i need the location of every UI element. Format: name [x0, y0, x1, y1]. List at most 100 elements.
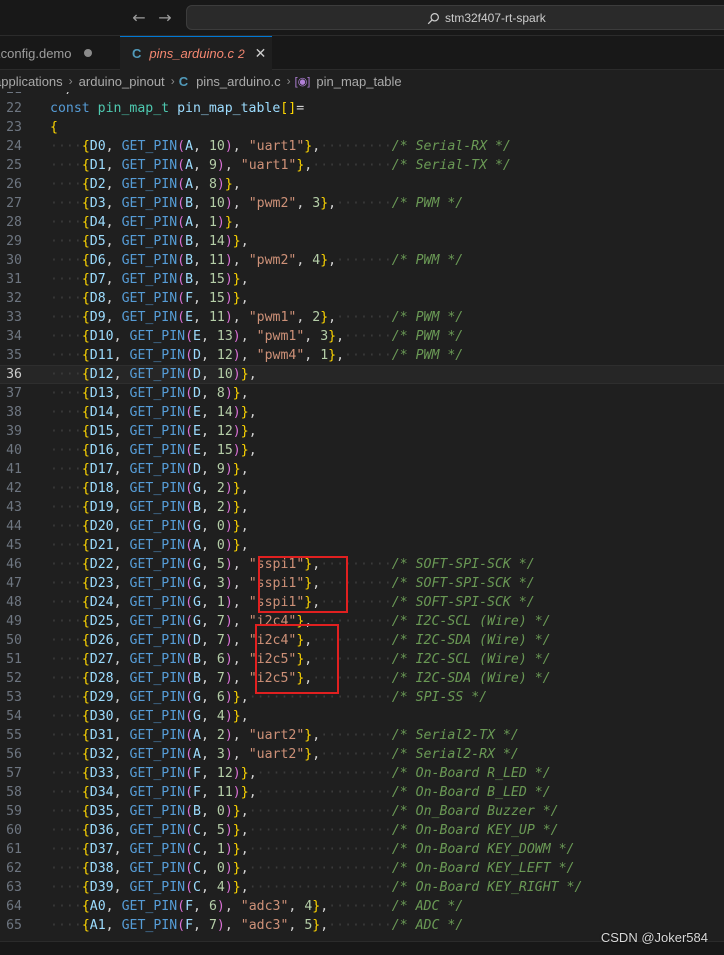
line-number: 35 — [6, 348, 22, 363]
arrow-right-icon[interactable]: → — [155, 8, 175, 28]
line-code: ····{D32, GET_PIN(A, 3), "uart2"},······… — [50, 747, 519, 762]
breadcrumb-item-symbol[interactable]: pin_map_table — [316, 74, 401, 89]
line-code: ····{D15, GET_PIN(E, 12)}, — [50, 424, 257, 439]
code-line[interactable]: 56 ····{D32, GET_PIN(A, 3), "uart2"},····… — [0, 745, 724, 764]
code-line[interactable]: 26 ····{D2, GET_PIN(A, 8)}, — [0, 175, 724, 194]
code-line[interactable]: 24 ····{D0, GET_PIN(A, 10), "uart1"},····… — [0, 137, 724, 156]
code-line[interactable]: 28 ····{D4, GET_PIN(A, 1)}, — [0, 213, 724, 232]
code-line[interactable]: 47 ····{D23, GET_PIN(G, 3), "sspi1"},····… — [0, 574, 724, 593]
code-line[interactable]: 32 ····{D8, GET_PIN(F, 15)}, — [0, 289, 724, 308]
code-line[interactable]: 54 ····{D30, GET_PIN(G, 4)}, — [0, 707, 724, 726]
line-number: 52 — [6, 671, 22, 686]
line-code: ····{A1, GET_PIN(F, 7), "adc3", 5},·····… — [50, 918, 464, 933]
code-line[interactable]: 49 ····{D25, GET_PIN(G, 7), "i2c4"},·····… — [0, 612, 724, 631]
code-line[interactable]: 35 ····{D11, GET_PIN(D, 12), "pwm4", 1},·… — [0, 346, 724, 365]
code-line[interactable]: 21 ·*/ — [0, 92, 724, 99]
line-number: 63 — [6, 880, 22, 895]
arrow-left-icon[interactable]: ← — [129, 8, 149, 28]
line-number: 44 — [6, 519, 22, 534]
code-line[interactable]: 58 ····{D34, GET_PIN(F, 11)},············… — [0, 783, 724, 802]
code-line[interactable]: 23 { — [0, 118, 724, 137]
code-line[interactable]: 51 ····{D27, GET_PIN(B, 6), "i2c5"},·····… — [0, 650, 724, 669]
line-number: 36 — [6, 367, 22, 382]
line-number: 34 — [6, 329, 22, 344]
modified-dot-icon[interactable] — [83, 49, 92, 57]
code-line[interactable]: 59 ····{D35, GET_PIN(B, 0)},·············… — [0, 802, 724, 821]
line-number: 48 — [6, 595, 22, 610]
c-file-icon: C — [132, 46, 142, 61]
tab-kconfig-demo[interactable]: Kconfig.demo — [0, 36, 120, 70]
line-number: 51 — [6, 652, 22, 667]
code-line[interactable]: 50 ····{D26, GET_PIN(D, 7), "i2c4"},·····… — [0, 631, 724, 650]
line-number: 21 — [0, 92, 22, 99]
code-line[interactable]: 25 ····{D1, GET_PIN(A, 9), "uart1"},·····… — [0, 156, 724, 175]
tab-bar: Kconfig.demo C pins_arduino.c 2 ✕ — [0, 36, 724, 70]
tab-label: Kconfig.demo — [0, 45, 72, 61]
code-line[interactable]: 29 ····{D5, GET_PIN(B, 14)}, — [0, 232, 724, 251]
line-code: ····{D1, GET_PIN(A, 9), "uart1"},·······… — [50, 158, 511, 173]
line-code: ····{D36, GET_PIN(C, 5)},···············… — [50, 823, 559, 838]
code-line[interactable]: 33 ····{D9, GET_PIN(E, 11), "pwm1", 2},··… — [0, 308, 724, 327]
code-line[interactable]: 43 ····{D19, GET_PIN(B, 2)}, — [0, 498, 724, 517]
line-number: 43 — [6, 500, 22, 515]
breadcrumb-item-file[interactable]: pins_arduino.c — [196, 74, 281, 89]
close-icon[interactable]: ✕ — [255, 45, 267, 62]
code-line[interactable]: 55 ····{D31, GET_PIN(A, 2), "uart2"},····… — [0, 726, 724, 745]
code-line[interactable]: 31 ····{D7, GET_PIN(B, 15)}, — [0, 270, 724, 289]
code-line[interactable]: 63 ····{D39, GET_PIN(C, 4)},·············… — [0, 878, 724, 897]
code-line[interactable]: 41 ····{D17, GET_PIN(D, 9)}, — [0, 460, 724, 479]
code-line[interactable]: 38 ····{D14, GET_PIN(E, 14)}, — [0, 403, 724, 422]
code-line[interactable]: 45 ····{D21, GET_PIN(A, 0)}, — [0, 536, 724, 555]
code-line[interactable]: 27 ····{D3, GET_PIN(B, 10), "pwm2", 3},··… — [0, 194, 724, 213]
problems-badge: 2 — [237, 46, 245, 61]
code-line[interactable]: 46 ····{D22, GET_PIN(G, 5), "sspi1"},····… — [0, 555, 724, 574]
code-line[interactable]: 48 ····{D24, GET_PIN(G, 1), "sspi1"},····… — [0, 593, 724, 612]
code-line[interactable]: 36 ····{D12, GET_PIN(D, 10)}, — [0, 365, 724, 384]
code-line[interactable]: 52 ····{D28, GET_PIN(B, 7), "i2c5"},·····… — [0, 669, 724, 688]
code-line[interactable]: 22 const pin_map_t pin_map_table[]= — [0, 99, 724, 118]
line-code: ····{D30, GET_PIN(G, 4)}, — [50, 709, 249, 724]
line-number: 55 — [6, 728, 22, 743]
line-number: 37 — [6, 386, 22, 401]
code-editor[interactable]: 21·*/22const pin_map_t pin_map_table[]=2… — [0, 92, 724, 941]
line-code: ····{D4, GET_PIN(A, 1)}, — [50, 215, 241, 230]
code-line[interactable]: 37 ····{D13, GET_PIN(D, 8)}, — [0, 384, 724, 403]
line-code: ····{D7, GET_PIN(B, 15)}, — [50, 272, 249, 287]
code-line[interactable]: 60 ····{D36, GET_PIN(C, 5)},·············… — [0, 821, 724, 840]
watermark: CSDN @Joker584 — [600, 930, 708, 945]
line-code: ····{D14, GET_PIN(E, 14)}, — [50, 405, 257, 420]
line-number: 23 — [6, 120, 22, 135]
command-center-text: stm32f407-rt-spark — [445, 11, 546, 25]
line-number: 49 — [6, 614, 22, 629]
line-code: ····{D10, GET_PIN(E, 13), "pwm1", 3},···… — [50, 329, 464, 344]
line-code: const pin_map_t pin_map_table[]= — [50, 101, 305, 116]
command-center[interactable]: stm32f407-rt-spark — [186, 5, 724, 30]
code-lines: 21·*/22const pin_map_t pin_map_table[]=2… — [0, 92, 724, 935]
breadcrumb: applications › arduino_pinout › C pins_a… — [0, 70, 724, 92]
line-code: ····{D17, GET_PIN(D, 9)}, — [50, 462, 249, 477]
line-number: 24 — [6, 139, 22, 154]
code-line[interactable]: 62 ····{D38, GET_PIN(C, 0)},·············… — [0, 859, 724, 878]
line-code: ····{D20, GET_PIN(G, 0)}, — [50, 519, 249, 534]
code-line[interactable]: 39 ····{D15, GET_PIN(E, 12)}, — [0, 422, 724, 441]
breadcrumb-item-applications[interactable]: applications — [0, 74, 63, 89]
tab-pins-arduino[interactable]: C pins_arduino.c 2 ✕ — [120, 36, 272, 70]
line-code: ····{D29, GET_PIN(G, 6)},···············… — [50, 690, 488, 705]
code-line[interactable]: 57 ····{D33, GET_PIN(F, 12)},············… — [0, 764, 724, 783]
line-number: 33 — [6, 310, 22, 325]
code-line[interactable]: 61 ····{D37, GET_PIN(C, 1)},·············… — [0, 840, 724, 859]
code-line[interactable]: 64 ····{A0, GET_PIN(F, 6), "adc3", 4},···… — [0, 897, 724, 916]
code-line[interactable]: 42 ····{D18, GET_PIN(G, 2)}, — [0, 479, 724, 498]
line-code: ·*/ — [50, 92, 74, 99]
breadcrumb-item-arduino-pinout[interactable]: arduino_pinout — [79, 74, 165, 89]
code-line[interactable]: 44 ····{D20, GET_PIN(G, 0)}, — [0, 517, 724, 536]
code-line[interactable]: 53 ····{D29, GET_PIN(G, 6)},·············… — [0, 688, 724, 707]
line-code: ····{D38, GET_PIN(C, 0)},···············… — [50, 861, 575, 876]
code-line[interactable]: 34 ····{D10, GET_PIN(E, 13), "pwm1", 3},·… — [0, 327, 724, 346]
symbol-variable-icon: [◉] — [294, 75, 311, 88]
line-number: 65 — [6, 918, 22, 933]
line-number: 39 — [6, 424, 22, 439]
line-code: ····{D27, GET_PIN(B, 6), "i2c5"},·······… — [50, 652, 551, 667]
code-line[interactable]: 40 ····{D16, GET_PIN(E, 15)}, — [0, 441, 724, 460]
code-line[interactable]: 30 ····{D6, GET_PIN(B, 11), "pwm2", 4},··… — [0, 251, 724, 270]
